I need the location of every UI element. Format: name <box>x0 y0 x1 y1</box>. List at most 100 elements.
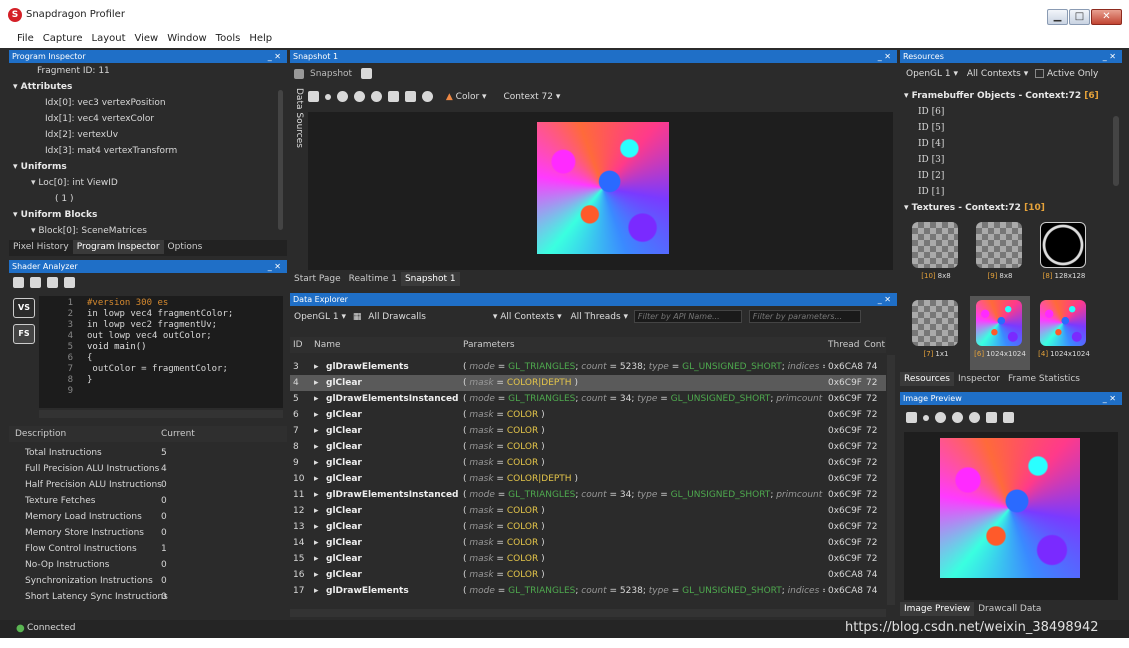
drawcall-icon[interactable]: ▦ <box>353 312 362 322</box>
stats-row[interactable]: Flow Control Instructions 1 <box>9 541 287 557</box>
save-icon[interactable] <box>30 277 41 288</box>
framebuffer-item[interactable]: ID [5] <box>904 120 1110 136</box>
expand-arrow-icon[interactable]: ▸ <box>314 503 319 519</box>
texture-thumb[interactable]: [8] 128x128 <box>1034 218 1094 292</box>
tab-start-page[interactable]: Start Page <box>290 272 345 286</box>
tab-realtime-1[interactable]: Realtime 1 <box>345 272 401 286</box>
col-parameters[interactable]: Parameters <box>463 337 515 353</box>
tree-item[interactable]: Idx[1]: vec4 vertexColor <box>9 111 279 127</box>
refresh-icon[interactable] <box>422 91 433 102</box>
panel-controls-icon[interactable]: _ ✕ <box>1103 50 1116 63</box>
col-description[interactable]: Description <box>15 426 66 442</box>
scrollbar[interactable] <box>278 90 283 230</box>
panel-controls-icon[interactable]: _ ✕ <box>268 260 281 273</box>
data-sources-side-tab[interactable]: Data Sources <box>290 88 304 208</box>
menu-item-file[interactable]: File <box>17 33 34 44</box>
maximize-button[interactable]: □ <box>1069 9 1090 25</box>
vertex-shader-icon[interactable]: VS <box>13 298 35 318</box>
zoom-out-icon[interactable] <box>952 412 963 423</box>
panel-controls-icon[interactable]: _ ✕ <box>268 50 281 63</box>
tree-item[interactable]: Idx[3]: mat4 vertexTransform <box>9 143 279 159</box>
code-hscrollbar[interactable] <box>39 410 283 418</box>
tree-item[interactable]: Idx[2]: vertexUv <box>9 127 279 143</box>
expand-arrow-icon[interactable]: ▸ <box>314 359 319 375</box>
filter-params-input[interactable]: Filter by parameters... <box>748 310 861 323</box>
table-row[interactable]: 4 ▸ glClear ( mask = COLOR|DEPTH ) 0x6C9F 72 <box>290 375 886 391</box>
table-row[interactable]: 7 ▸ glClear ( mask = COLOR ) 0x6C9F 72 <box>290 423 886 439</box>
table-row[interactable]: 12 ▸ glClear ( mask = COLOR ) 0x6C9F 72 <box>290 503 886 519</box>
expand-arrow-icon[interactable]: ▸ <box>314 391 319 407</box>
tree-item[interactable]: ▾ Uniforms <box>9 159 279 175</box>
compile-icon[interactable] <box>64 277 75 288</box>
tool-icon-1[interactable] <box>308 91 319 102</box>
tab-snapshot-1[interactable]: Snapshot 1 <box>400 272 460 286</box>
zoom-fit-icon[interactable] <box>969 412 980 423</box>
zoom-out-icon[interactable] <box>354 91 365 102</box>
table-row[interactable]: 10 ▸ glClear ( mask = COLOR|DEPTH ) 0x6C9F 72 <box>290 471 886 487</box>
expand-arrow-icon[interactable]: ▸ <box>314 407 319 423</box>
panel-controls-icon[interactable]: _ ✕ <box>878 293 891 306</box>
stats-row[interactable]: Memory Load Instructions 0 <box>9 509 287 525</box>
active-only-checkbox[interactable] <box>1035 69 1045 78</box>
tree-item[interactable]: ▾ Block[0]: SceneMatrices <box>9 223 279 239</box>
table-row[interactable]: 6 ▸ glClear ( mask = COLOR ) 0x6C9F 72 <box>290 407 886 423</box>
texture-thumb[interactable]: [9] 8x8 <box>970 218 1030 292</box>
fragment-shader-icon[interactable]: FS <box>13 324 35 344</box>
zoom-fit-icon[interactable] <box>371 91 382 102</box>
stats-row[interactable]: Texture Fetches 0 <box>9 493 287 509</box>
expand-arrow-icon[interactable]: ▸ <box>314 455 319 471</box>
menu-item-capture[interactable]: Capture <box>43 33 83 44</box>
expand-arrow-icon[interactable]: ▸ <box>314 375 319 391</box>
fb-header[interactable]: ▾ Framebuffer Objects - Context:72 <box>904 91 1081 101</box>
minimize-button[interactable]: ▁ <box>1047 9 1068 25</box>
grid-icon[interactable] <box>405 91 416 102</box>
tab-frame-statistics[interactable]: Frame Statistics <box>1004 372 1084 386</box>
table-row[interactable]: 8 ▸ glClear ( mask = COLOR ) 0x6C9F 72 <box>290 439 886 455</box>
tree-item[interactable]: ▾ Uniform Blocks <box>9 207 279 223</box>
stats-row[interactable]: Full Precision ALU Instructions 4 <box>9 461 287 477</box>
menu-item-view[interactable]: View <box>135 33 159 44</box>
col-cont[interactable]: Cont <box>864 337 885 353</box>
stats-row[interactable]: Short Latency Sync Instructions 0 <box>9 589 287 605</box>
texture-thumb[interactable]: [10] 8x8 <box>906 218 966 292</box>
expand-arrow-icon[interactable]: ▸ <box>314 487 319 503</box>
resources-api-select[interactable]: OpenGL 1 ▾ <box>906 69 958 79</box>
vscrollbar[interactable] <box>887 355 895 605</box>
render-viewport[interactable] <box>308 112 893 270</box>
stats-row[interactable]: Synchronization Instructions 0 <box>9 573 287 589</box>
frame-icon[interactable] <box>388 91 399 102</box>
menu-item-layout[interactable]: Layout <box>92 33 126 44</box>
col-id[interactable]: ID <box>293 337 303 353</box>
texture-thumb[interactable]: [4] 1024x1024 <box>1034 296 1094 370</box>
expand-arrow-icon[interactable]: ▸ <box>314 567 319 583</box>
col-name[interactable]: Name <box>314 337 341 353</box>
panel-controls-icon[interactable]: _ ✕ <box>1103 392 1116 405</box>
save-all-icon[interactable] <box>47 277 58 288</box>
close-button[interactable]: ✕ <box>1091 9 1122 25</box>
open-icon[interactable] <box>13 277 24 288</box>
stats-row[interactable]: No-Op Instructions 0 <box>9 557 287 573</box>
tree-item[interactable]: ▾ Loc[0]: int ViewID <box>9 175 279 191</box>
save-icon[interactable] <box>1003 412 1014 423</box>
col-current[interactable]: Current <box>161 426 195 442</box>
table-row[interactable]: 11 ▸ glDrawElementsInstanced ( mode = GL_TR… <box>290 487 886 503</box>
table-row[interactable]: 15 ▸ glClear ( mask = COLOR ) 0x6C9F 72 <box>290 551 886 567</box>
tree-item[interactable]: Idx[0]: vec3 vertexPosition <box>9 95 279 111</box>
framebuffer-item[interactable]: ID [2] <box>904 168 1110 184</box>
table-row[interactable]: 14 ▸ glClear ( mask = COLOR ) 0x6C9F 72 <box>290 535 886 551</box>
context-select[interactable]: Context 72 ▾ <box>503 92 560 102</box>
table-row[interactable]: 9 ▸ glClear ( mask = COLOR ) 0x6C9F 72 <box>290 455 886 471</box>
api-select[interactable]: OpenGL 1 ▾ <box>294 312 346 322</box>
framebuffer-item[interactable]: ID [6] <box>904 104 1110 120</box>
framebuffer-item[interactable]: ID [3] <box>904 152 1110 168</box>
tab-options[interactable]: Options <box>164 240 207 254</box>
scrollbar[interactable] <box>1113 116 1119 186</box>
tab-program-inspector[interactable]: Program Inspector <box>72 240 164 254</box>
resources-contexts-select[interactable]: All Contexts ▾ <box>967 69 1028 79</box>
stats-row[interactable]: Half Precision ALU Instructions 0 <box>9 477 287 493</box>
table-row[interactable]: 16 ▸ glClear ( mask = COLOR ) 0x6CA8 74 <box>290 567 886 583</box>
threads-select[interactable]: All Threads ▾ <box>570 312 628 322</box>
expand-arrow-icon[interactable]: ▸ <box>314 583 319 599</box>
stats-row[interactable]: Memory Store Instructions 0 <box>9 525 287 541</box>
table-row[interactable]: 5 ▸ glDrawElementsInstanced ( mode = GL_TRI… <box>290 391 886 407</box>
